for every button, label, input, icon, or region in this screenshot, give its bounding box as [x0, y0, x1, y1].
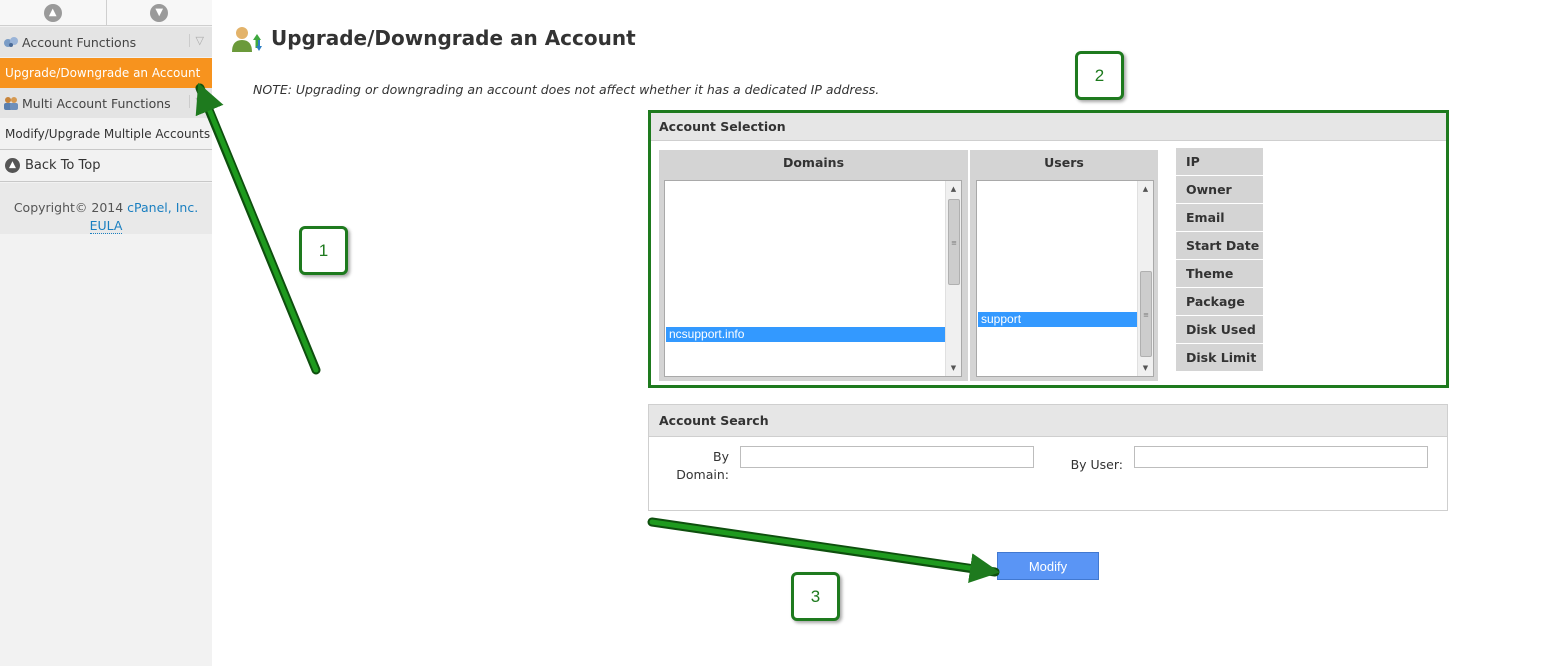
- by-domain-label: By Domain:: [669, 448, 729, 484]
- sidebar-item-label: Upgrade/Downgrade an Account: [5, 66, 201, 80]
- page-note: NOTE: Upgrading or downgrading an accoun…: [253, 82, 880, 97]
- info-label-package: Package: [1176, 288, 1263, 316]
- cpanel-link[interactable]: cPanel, Inc.: [127, 200, 198, 215]
- scroll-down-arrow-icon[interactable]: ▼: [946, 360, 961, 376]
- account-functions-icon: [3, 35, 19, 49]
- search-by-domain-input[interactable]: [740, 446, 1034, 468]
- sidebar-category-label: Multi Account Functions: [22, 95, 171, 111]
- eula-link[interactable]: EULA: [89, 218, 123, 234]
- account-selection-header: Account Selection: [651, 113, 1446, 141]
- domains-column-header: Domains: [659, 150, 968, 176]
- info-label-theme: Theme: [1176, 260, 1263, 288]
- user-option-selected[interactable]: support: [978, 312, 1137, 327]
- domain-option-selected[interactable]: ncsupport.info: [666, 327, 945, 342]
- users-list-container: support ▲ ≡ ▼: [970, 176, 1158, 381]
- modify-button[interactable]: Modify: [997, 552, 1099, 580]
- scroll-thumb[interactable]: ≡: [1140, 271, 1152, 357]
- callout-2: 2: [1075, 51, 1124, 100]
- chevron-down-icon: ▼: [150, 3, 169, 22]
- sidebar-scroll-controls: ▲ ▼: [0, 0, 212, 26]
- users-listbox[interactable]: support ▲ ≡ ▼: [976, 180, 1154, 377]
- back-to-top-link[interactable]: ▲ Back To Top: [0, 149, 212, 182]
- chevron-down-icon[interactable]: ▽: [188, 95, 204, 108]
- domains-listbox[interactable]: ncsupport.info ▲ ≡ ▼: [664, 180, 962, 377]
- scroll-down-arrow-icon[interactable]: ▼: [1138, 360, 1153, 376]
- account-search-header: Account Search: [649, 405, 1447, 437]
- users-column-header: Users: [970, 150, 1158, 176]
- sidebar-category-label: Account Functions: [22, 34, 137, 50]
- account-search-panel: Account Search By Domain: By User:: [648, 404, 1448, 511]
- callout-1: 1: [299, 226, 348, 275]
- info-label-owner: Owner: [1176, 176, 1263, 204]
- domains-scrollbar[interactable]: ▲ ≡ ▼: [945, 181, 961, 376]
- scroll-thumb[interactable]: ≡: [948, 199, 960, 285]
- sidebar-item-label: Modify/Upgrade Multiple Accounts: [5, 127, 211, 141]
- info-label-disk-limit: Disk Limit: [1176, 344, 1263, 372]
- account-info-column: IP Owner Email Start Date Theme Package …: [1176, 148, 1263, 372]
- back-to-top-label: Back To Top: [25, 158, 101, 173]
- upgrade-account-icon: [231, 26, 265, 54]
- chevron-up-icon: ▲: [43, 3, 62, 22]
- scroll-up-button[interactable]: ▲: [0, 0, 107, 25]
- info-label-start-date: Start Date: [1176, 232, 1263, 260]
- by-user-label: By User:: [1070, 457, 1123, 472]
- domains-list-container: ncsupport.info ▲ ≡ ▼: [659, 176, 968, 381]
- info-label-disk-used: Disk Used: [1176, 316, 1263, 344]
- sidebar: ▲ ▼ Account Functions ▽ Upgrade/Downgrad…: [0, 0, 212, 666]
- scroll-down-button[interactable]: ▼: [107, 0, 213, 25]
- by-domain-label-line1: By: [713, 449, 729, 464]
- scroll-up-arrow-icon[interactable]: ▲: [1138, 181, 1153, 197]
- page-title: Upgrade/Downgrade an Account: [271, 26, 636, 50]
- annotation-arrow-3: [647, 517, 1000, 577]
- sidebar-category-multi-account-functions[interactable]: Multi Account Functions ▽: [0, 88, 212, 118]
- users-scrollbar[interactable]: ▲ ≡ ▼: [1137, 181, 1153, 376]
- chevron-down-icon[interactable]: ▽: [188, 34, 204, 47]
- account-selection-panel: Account Selection Domains Users ncsuppor…: [648, 110, 1449, 388]
- info-label-ip: IP: [1176, 148, 1263, 176]
- copyright-text: Copyright© 2014: [13, 200, 124, 215]
- search-by-user-input[interactable]: [1134, 446, 1428, 468]
- copyright-block: Copyright© 2014 cPanel, Inc. EULA: [0, 183, 212, 234]
- sidebar-category-account-functions[interactable]: Account Functions ▽: [0, 27, 212, 57]
- by-domain-label-line2: Domain:: [676, 467, 729, 482]
- callout-3: 3: [791, 572, 840, 621]
- sidebar-item-upgrade-downgrade[interactable]: Upgrade/Downgrade an Account: [0, 58, 212, 88]
- arrow-up-icon: ▲: [5, 158, 20, 173]
- multi-account-icon: [3, 96, 19, 110]
- info-label-email: Email: [1176, 204, 1263, 232]
- sidebar-item-modify-multiple[interactable]: Modify/Upgrade Multiple Accounts: [0, 119, 212, 149]
- scroll-up-arrow-icon[interactable]: ▲: [946, 181, 961, 197]
